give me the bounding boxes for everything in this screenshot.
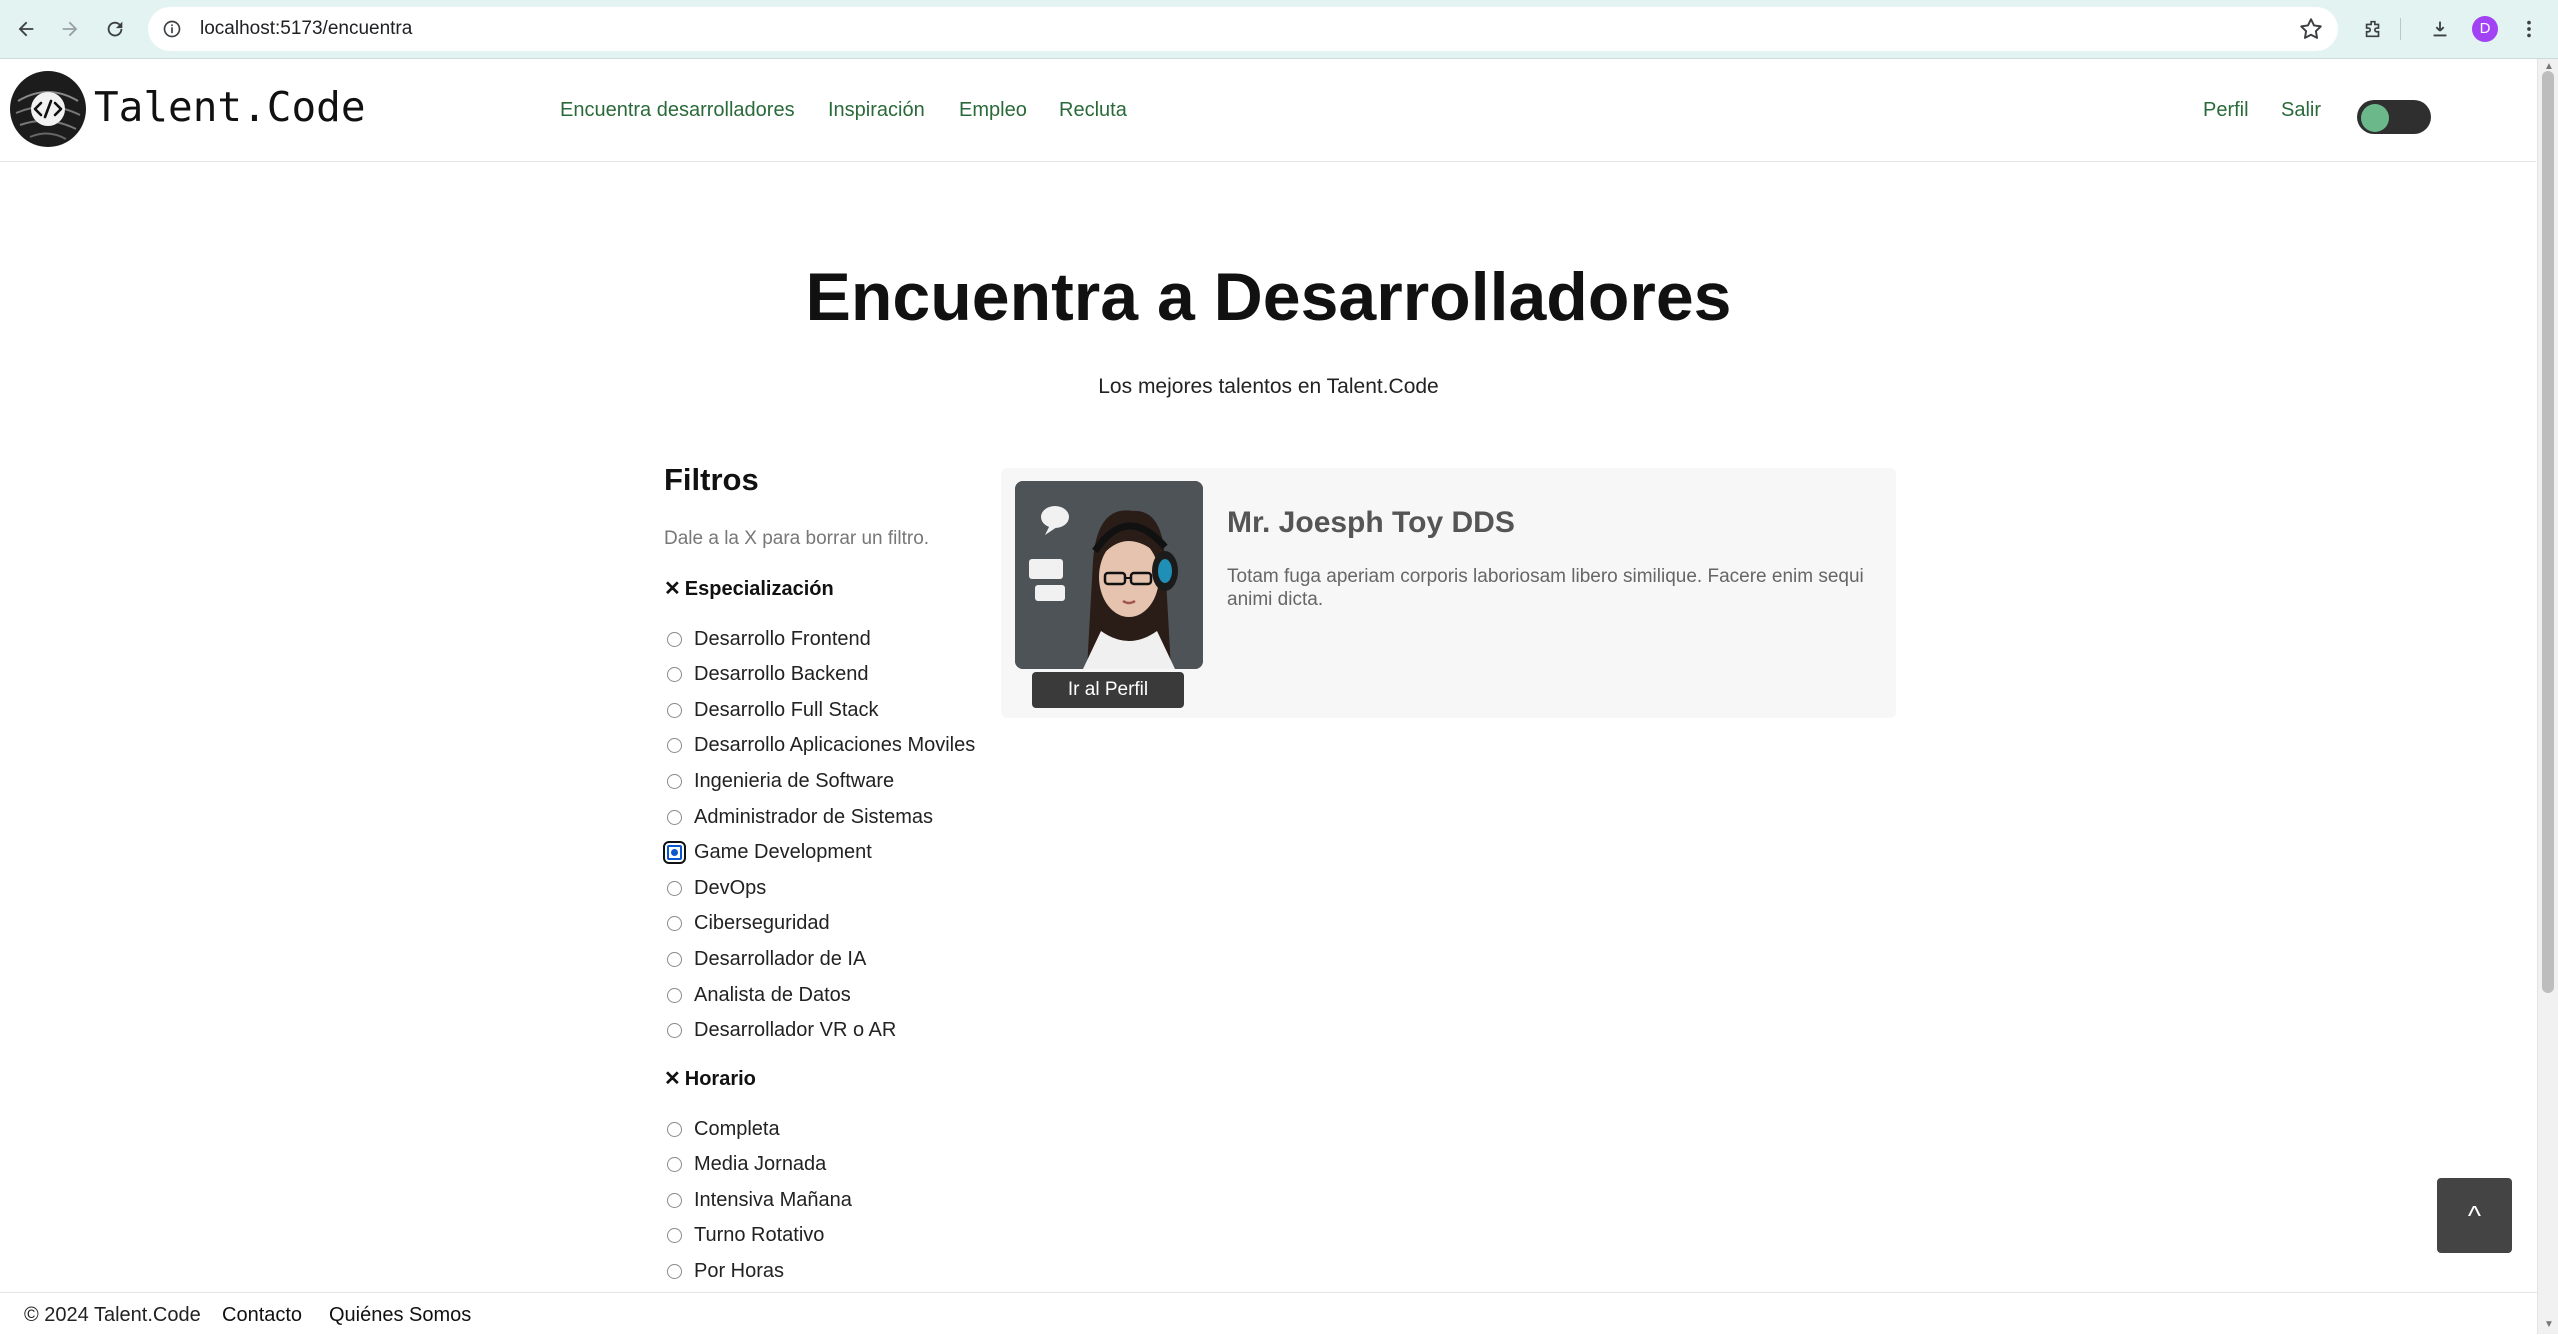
- option-label: Game Development: [694, 841, 872, 864]
- option-label: Administrador de Sistemas: [694, 805, 933, 828]
- option-label: Desarrollo Aplicaciones Moviles: [694, 734, 976, 757]
- nav-encuentra-desarrolladores[interactable]: Encuentra desarrolladores: [560, 99, 795, 122]
- footer-copyright: © 2024 Talent.Code: [24, 1304, 201, 1326]
- address-bar[interactable]: localhost:5173/encuentra: [148, 7, 2338, 51]
- radio-button[interactable]: [667, 667, 682, 683]
- page-title: Encuentra a Desarrolladores: [805, 259, 1732, 335]
- site-footer: © 2024 Talent.Code Contacto Quiénes Somo…: [0, 1292, 2537, 1335]
- especializacion-option[interactable]: Administrador de Sistemas: [664, 802, 933, 832]
- option-label: Desarrollador VR o AR: [694, 1019, 897, 1042]
- radio-button[interactable]: [667, 809, 682, 825]
- nav-inspiracion[interactable]: Inspiración: [828, 99, 925, 122]
- profile-avatar[interactable]: D: [2472, 16, 2498, 42]
- especializacion-option[interactable]: Desarrollo Full Stack: [664, 695, 879, 725]
- especializacion-option[interactable]: Desarrollo Aplicaciones Moviles: [664, 731, 975, 761]
- filter-group-horario: ✕ Horario: [664, 1066, 756, 1091]
- talentcode-logo[interactable]: [10, 71, 86, 147]
- especializacion-option[interactable]: Ciberseguridad: [664, 909, 830, 939]
- nav-recluta[interactable]: Recluta: [1059, 99, 1127, 122]
- option-label: Desarrollo Full Stack: [694, 698, 879, 721]
- back-to-top-button[interactable]: ^: [2437, 1178, 2512, 1253]
- developer-card: Ir al Perfil Mr. Joesph Toy DDS Totam fu…: [1001, 468, 1896, 718]
- especializacion-option[interactable]: Game Development: [663, 838, 872, 868]
- radio-button[interactable]: [667, 738, 682, 754]
- radio-button[interactable]: [663, 841, 686, 865]
- radio-button[interactable]: [667, 1228, 682, 1244]
- forward-icon[interactable]: [53, 12, 87, 46]
- radio-button[interactable]: [667, 951, 682, 967]
- radio-button[interactable]: [667, 987, 682, 1003]
- theme-toggle[interactable]: [2357, 100, 2431, 134]
- radio-button[interactable]: [667, 1157, 682, 1173]
- option-label: Por Horas: [694, 1259, 785, 1282]
- site-header: Talent.Code Encuentra desarrolladores In…: [0, 59, 2536, 162]
- especializacion-option[interactable]: DevOps: [664, 873, 766, 903]
- especializacion-option[interactable]: Desarrollador de IA: [664, 944, 866, 974]
- radio-button[interactable]: [667, 1263, 682, 1279]
- option-label: Desarrollo Backend: [694, 663, 869, 686]
- brand-name[interactable]: Talent.Code: [94, 83, 366, 131]
- radio-button[interactable]: [667, 1023, 682, 1039]
- footer-link-quienes-somos[interactable]: Quiénes Somos: [329, 1304, 471, 1327]
- bookmark-star-icon[interactable]: [2298, 16, 2324, 42]
- developer-avatar: [1015, 481, 1203, 669]
- nav-perfil[interactable]: Perfil: [2203, 99, 2249, 122]
- nav-empleo[interactable]: Empleo: [959, 99, 1027, 122]
- nav-salir[interactable]: Salir: [2281, 99, 2321, 122]
- download-icon[interactable]: [2423, 12, 2457, 46]
- filters-title: Filtros: [664, 462, 759, 497]
- back-icon[interactable]: [9, 12, 43, 46]
- scrollbar-thumb[interactable]: [2542, 71, 2554, 993]
- url-text: localhost:5173/encuentra: [200, 18, 413, 39]
- especializacion-option[interactable]: Desarrollador VR o AR: [664, 1016, 896, 1046]
- option-label: Ingenieria de Software: [694, 769, 895, 792]
- especializacion-option[interactable]: Analista de Datos: [664, 980, 851, 1010]
- option-label: Desarrollador de IA: [694, 947, 867, 970]
- option-label: Media Jornada: [694, 1153, 827, 1176]
- clear-horario-icon[interactable]: ✕: [664, 1068, 681, 1090]
- radio-button[interactable]: [667, 1192, 682, 1208]
- especializacion-option[interactable]: Desarrollo Backend: [664, 660, 869, 690]
- reload-icon[interactable]: [98, 12, 132, 46]
- radio-button[interactable]: [667, 631, 682, 647]
- option-label: Turno Rotativo: [694, 1224, 825, 1247]
- filter-group-especializacion: ✕ Especialización: [664, 576, 834, 601]
- page-subtitle: Los mejores talentos en Talent.Code: [1098, 375, 1439, 398]
- especializacion-option[interactable]: Desarrollo Frontend: [664, 624, 871, 654]
- page-scrollbar[interactable]: ▲ ▼: [2537, 59, 2558, 1334]
- filters-panel: Filtros Dale a la X para borrar un filtr…: [663, 462, 994, 1282]
- horario-option[interactable]: Turno Rotativo: [664, 1221, 824, 1251]
- horario-option[interactable]: Media Jornada: [664, 1150, 826, 1180]
- browser-toolbar: localhost:5173/encuentra D: [0, 0, 2558, 59]
- theme-toggle-knob: [2361, 104, 2389, 132]
- horario-option[interactable]: Por Horas: [664, 1256, 784, 1286]
- option-label: Completa: [694, 1117, 780, 1140]
- footer-link-contacto[interactable]: Contacto: [222, 1304, 302, 1327]
- developer-name: Mr. Joesph Toy DDS: [1227, 506, 1515, 539]
- site-info-icon[interactable]: [158, 15, 186, 43]
- filter-group-label: Horario: [684, 1068, 756, 1090]
- radio-button[interactable]: [667, 880, 682, 896]
- scroll-down-icon[interactable]: ▼: [2544, 1319, 2554, 1330]
- horario-option[interactable]: Intensiva Mañana: [664, 1185, 852, 1215]
- radio-button[interactable]: [667, 1121, 682, 1137]
- radio-button[interactable]: [667, 916, 682, 932]
- option-label: Analista de Datos: [694, 983, 851, 1006]
- radio-button[interactable]: [667, 773, 682, 789]
- browser-menu-icon[interactable]: [2512, 12, 2546, 46]
- go-to-profile-button[interactable]: Ir al Perfil: [1032, 672, 1184, 708]
- option-label: DevOps: [694, 876, 767, 899]
- radio-button[interactable]: [667, 702, 682, 718]
- filter-group-label: Especialización: [684, 578, 834, 600]
- extensions-icon[interactable]: [2356, 12, 2390, 46]
- developer-description: Totam fuga aperiam corporis laboriosam l…: [1227, 566, 1864, 610]
- option-label: Intensiva Mañana: [694, 1188, 852, 1211]
- option-label: Ciberseguridad: [694, 912, 830, 935]
- toolbar-divider: [2400, 18, 2401, 40]
- option-label: Desarrollo Frontend: [694, 627, 871, 650]
- horario-option[interactable]: Completa: [664, 1114, 780, 1144]
- clear-especializacion-icon[interactable]: ✕: [664, 578, 681, 600]
- especializacion-option[interactable]: Ingenieria de Software: [664, 766, 894, 796]
- filters-hint: Dale a la X para borrar un filtro.: [664, 528, 930, 549]
